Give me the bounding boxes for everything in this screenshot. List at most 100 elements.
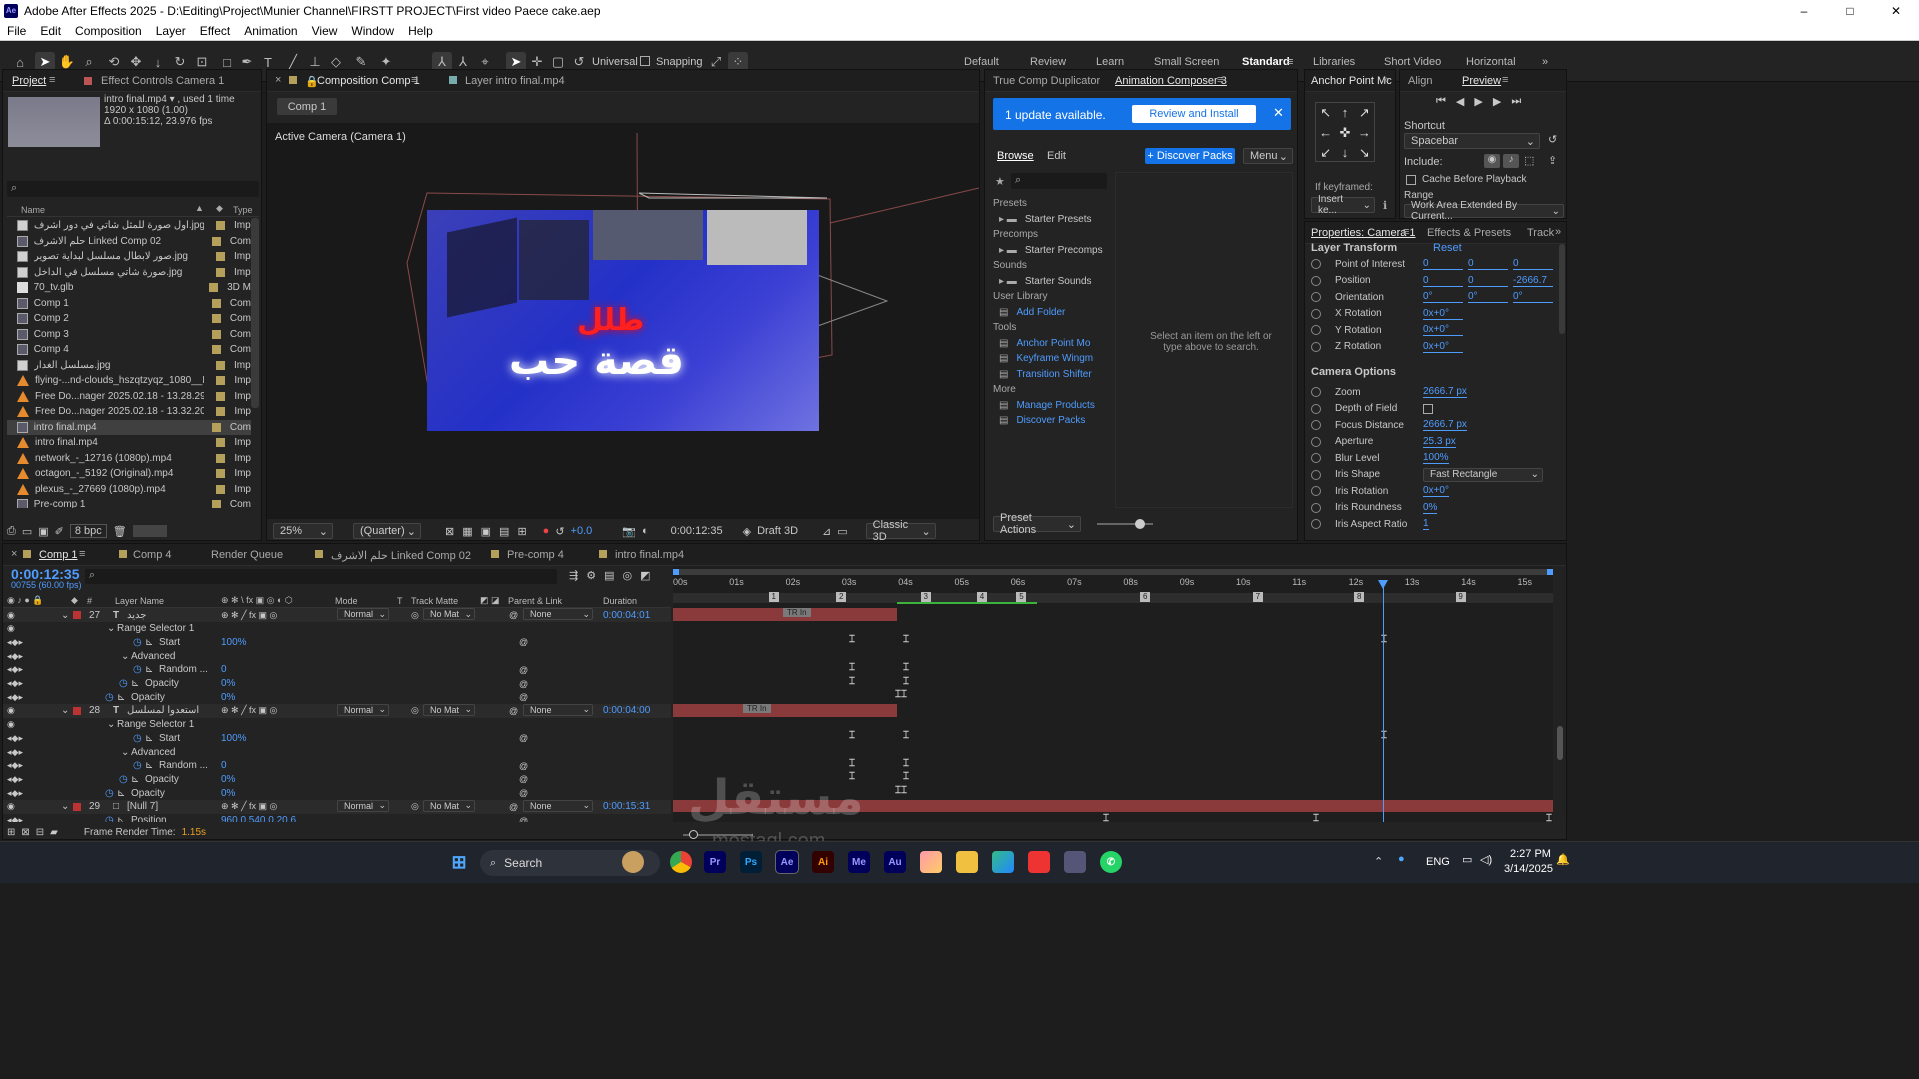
property-value[interactable]: 0	[221, 664, 227, 675]
arrow-se-icon[interactable]: ↘	[1355, 143, 1374, 163]
twirl-icon[interactable]: ⌄	[121, 651, 129, 662]
scroll-thumb[interactable]	[1557, 726, 1563, 760]
tab-edit[interactable]: Edit	[1047, 150, 1066, 162]
layer-row[interactable]: ◉ ⌄ 27 T جديد ⊕ ✻ ╱ fx ▣ ◎ Normal ⌄ ◎ No Mat ⌄ @ Non…	[3, 608, 671, 622]
tab-properties[interactable]: Properties: Camera 1	[1311, 227, 1416, 239]
clock-date[interactable]: 3/14/2025	[1504, 863, 1553, 875]
project-item[interactable]: صورة شاتي مسلسل في الداخل.jpg Imp	[7, 265, 251, 280]
comp-marker[interactable]: 1	[768, 592, 779, 602]
tab-track[interactable]: Track	[1527, 227, 1554, 239]
workspace-review[interactable]: Review	[1030, 56, 1066, 68]
layer-duration-bar[interactable]: TR In	[673, 608, 897, 621]
label-icon[interactable]: ◆	[216, 203, 223, 214]
insert-keyframe-dropdown[interactable]: Insert ke... ⌄	[1311, 194, 1375, 216]
tab-effects-presets[interactable]: Effects & Presets	[1427, 227, 1511, 239]
visibility-icon[interactable]: ◂◆▸	[7, 637, 23, 648]
arrow-sw-icon[interactable]: ↙	[1316, 143, 1335, 163]
project-item[interactable]: Free Do...nager 2025.02.18 - 13.28.29.02…	[7, 389, 251, 404]
property-value[interactable]: 0%	[221, 678, 235, 689]
panel-menu-icon[interactable]: ≡	[1502, 74, 1508, 86]
visibility-icon[interactable]: ◂◆▸	[7, 774, 23, 785]
graph-icon[interactable]: ⊾	[145, 760, 153, 771]
expression-pickwhip-icon[interactable]: @	[519, 761, 528, 771]
visibility-icon[interactable]: ◉	[7, 801, 15, 812]
keyframe-icon[interactable]: ⌶	[849, 662, 855, 673]
bpc-button[interactable]: 8 bpc	[69, 524, 107, 538]
panel-menu-icon[interactable]: ≡	[79, 548, 85, 560]
timeline-graph-area[interactable]: 00s 01s 02s 03s 04s 05s 06s 07s 08s 09s 10s 11s 12s 1…	[673, 566, 1553, 824]
stopwatch-icon[interactable]	[1311, 275, 1321, 286]
stopwatch-icon[interactable]: ◷	[105, 692, 114, 703]
visibility-icon[interactable]: ◂◆▸	[7, 733, 23, 744]
expression-pickwhip-icon[interactable]: @	[519, 637, 528, 647]
reset-icon[interactable]: ↺	[1548, 133, 1557, 146]
keyframe-icon[interactable]: ⌶	[849, 758, 855, 769]
network-icon[interactable]: ▭	[1462, 853, 1472, 866]
tab-align[interactable]: Align	[1408, 75, 1432, 87]
prop-value[interactable]: 0	[1513, 258, 1553, 270]
project-item[interactable]: plexus_-_27669 (1080p).mp4 Imp	[7, 482, 251, 497]
project-item[interactable]: أول صورة للمثل شاتي في دور اشرف.jpg Imp	[7, 218, 251, 233]
keyframe-icon[interactable]: ⌶	[1313, 813, 1319, 824]
close-icon[interactable]: ✕	[1273, 105, 1284, 121]
stopwatch-icon[interactable]	[1311, 469, 1321, 480]
arrow-s-icon[interactable]: ↓	[1335, 143, 1354, 163]
property-value[interactable]: 0%	[221, 774, 235, 785]
switch-icons[interactable]: ⊕ ✻ ╱ fx ▣ ◎	[221, 705, 277, 716]
expression-pickwhip-icon[interactable]: @	[519, 733, 528, 743]
keyframe-icon[interactable]: ⌶	[849, 634, 855, 645]
expression-pickwhip-icon[interactable]: @	[519, 665, 528, 675]
menu-layer[interactable]: Layer	[149, 24, 193, 38]
photoshop-icon[interactable]: Ps	[740, 851, 762, 873]
arrow-e-icon[interactable]: →	[1355, 123, 1374, 143]
graph-icon[interactable]: ⊾	[117, 815, 125, 822]
defender-icon[interactable]: ●	[1398, 853, 1405, 865]
track-matte-dropdown[interactable]: No Mat ⌄	[423, 608, 475, 620]
3d-ground-icon[interactable]: ⊿	[822, 525, 831, 538]
track-matte-icon[interactable]: ◎	[411, 610, 419, 621]
graph-editor-icon[interactable]: ◩	[640, 569, 650, 582]
file-explorer-icon[interactable]	[956, 851, 978, 873]
mode-dropdown[interactable]: Normal ⌄	[337, 703, 389, 716]
track-matte-icon[interactable]: ◎	[411, 705, 419, 716]
workspace-learn[interactable]: Learn	[1096, 56, 1124, 68]
project-item[interactable]: octagon_-_5192 (Original).mp4 Imp	[7, 466, 251, 481]
col-mode[interactable]: Mode	[335, 596, 358, 606]
export-icon[interactable]: ⇪	[1548, 154, 1557, 167]
tab-browse[interactable]: Browse	[997, 150, 1034, 162]
keyframe-icon[interactable]: ⌶	[849, 730, 855, 741]
keyframe-icon[interactable]: ⌶	[903, 758, 909, 769]
layer-row[interactable]: ◉ ⌄ 29 □ [Null 7] ⊕ ✻ ╱ fx ▣ ◎ Normal ⌄ ◎ No Mat ⌄…	[3, 799, 671, 814]
keyframe-icon[interactable]: ⌶	[903, 662, 909, 673]
widgets-icon[interactable]	[622, 851, 644, 873]
dof-checkbox[interactable]	[1423, 403, 1433, 414]
chevron-right-icon[interactable]: »	[1555, 226, 1561, 238]
project-item[interactable]: flying-...nd-clouds_hszqtzyqz_1080__D.mp…	[7, 373, 251, 388]
prop-value[interactable]: 0%	[1423, 502, 1438, 514]
panel-menu-icon[interactable]: ≡	[1217, 74, 1223, 86]
properties-scrollbar[interactable]	[1559, 244, 1565, 334]
property-value[interactable]: 0	[221, 760, 227, 771]
property-row[interactable]: ◉ ⌄ Range Selector 1	[3, 718, 671, 732]
prop-value[interactable]: 0	[1468, 275, 1508, 287]
stopwatch-icon[interactable]	[1311, 519, 1321, 529]
property-value[interactable]: 100%	[221, 733, 247, 744]
tab-composition[interactable]: Composition Comp 1	[317, 75, 420, 87]
keyframe-icon[interactable]: ⌶	[901, 689, 907, 700]
menu-effect[interactable]: Effect	[193, 24, 237, 38]
maximize-button[interactable]: □	[1827, 0, 1873, 21]
stopwatch-icon[interactable]	[1311, 403, 1321, 414]
layer-duration[interactable]: 0:00:15:31	[603, 801, 650, 812]
graph-icon[interactable]: ⊾	[131, 774, 139, 785]
comp-marker[interactable]: 5	[1016, 592, 1027, 602]
expression-pickwhip-icon[interactable]: @	[519, 692, 528, 702]
tab-animation-composer[interactable]: Animation Composer 3	[1115, 75, 1227, 87]
tab-anchor-point[interactable]: Anchor Point Mc	[1311, 75, 1392, 87]
property-row[interactable]: ◂◆▸ ◷ ⊾ Random ... 0 @	[3, 759, 671, 773]
draft3d-icon[interactable]: ◈	[743, 525, 751, 538]
ac-search-input[interactable]: ⌕	[1011, 173, 1107, 189]
property-row[interactable]: ◂◆▸ ◷ ⊾ Position 960.0,540.0,20.6 @	[3, 814, 671, 822]
resolution-dropdown[interactable]: (Quarter) ⌄	[353, 523, 421, 539]
arrow-ne-icon[interactable]: ↗	[1355, 103, 1374, 123]
stopwatch-icon[interactable]	[1311, 436, 1321, 447]
